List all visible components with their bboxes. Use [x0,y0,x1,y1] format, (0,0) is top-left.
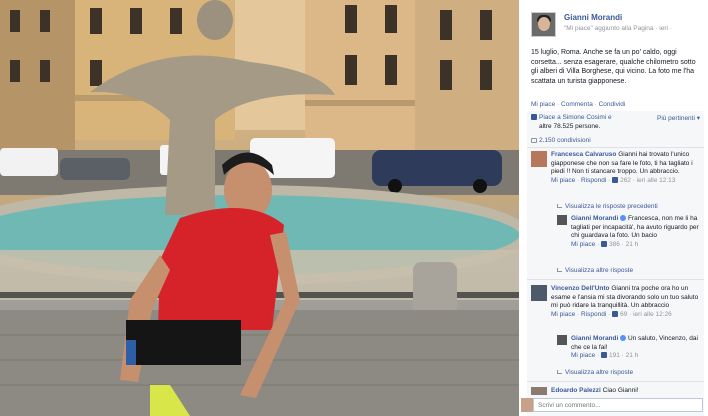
share-link[interactable]: Condividi [599,101,626,108]
sort-dropdown[interactable]: Più pertinenti ▾ [657,114,700,123]
post-header: Gianni Morandi "Mi piace" aggiunto alla … [531,12,703,38]
comment-reply-link[interactable]: Rispondi [581,311,606,318]
author-avatar[interactable] [531,12,556,37]
post-meta: "Mi piace" aggiunto alla Pagina · ieri · [564,25,672,32]
commenter-avatar[interactable] [531,151,547,167]
reply-arrow-icon [557,370,562,374]
reply-name[interactable]: Gianni Morandi [571,215,618,222]
comment-footer: Mi piace · Rispondi · 69 · ieri alle 12:… [551,310,672,318]
post-text: 15 luglio, Roma. Anche se fa un po' cald… [531,49,696,85]
shares-count[interactable]: 2.150 condivisioni [531,136,591,145]
reply-footer: Mi piace · 386 · 21 h [571,240,639,248]
comment-reply-link[interactable]: Rispondi [581,177,606,184]
comment-time[interactable]: ieri alle 12:13 [637,177,676,184]
reply-like-link[interactable]: Mi piace [571,352,595,359]
view-previous-replies[interactable]: Visualizza le risposte precedenti [557,202,658,211]
author-name[interactable]: Gianni Morandi [564,13,622,22]
reply-arrow-icon [557,268,562,272]
reply-avatar[interactable] [557,335,567,345]
thumbs-up-icon [601,352,607,358]
commenter-name[interactable]: Vincenzo Dell'Unto [551,285,610,292]
verified-icon [620,335,627,341]
thumbs-up-icon [601,240,607,247]
comment-time[interactable]: ieri alle 12:26 [633,311,672,318]
post-actions: Mi piace · Commenta · Condividi [531,101,626,108]
likes-line-1[interactable]: Piace a Simone Cosimi e [539,114,612,121]
post-photo[interactable] [0,0,519,416]
commenter-avatar[interactable] [531,387,547,395]
thumbs-up-icon [531,114,537,120]
comment-text: Ciao Gianni! [602,387,639,394]
thumbs-up-icon [612,176,619,183]
view-more-replies[interactable]: Visualizza altre risposte [557,368,633,377]
reply-footer: Mi piace · 191 · 21 h [571,352,639,359]
reply-like-link[interactable]: Mi piace [571,241,595,248]
comment-like-link[interactable]: Mi piace [551,311,575,318]
reply-name[interactable]: Gianni Morandi [571,335,618,342]
comments-section: Piace a Simone Cosimi e altre 78.525 per… [527,111,704,416]
comment-footer: Mi piace · Rispondi · 262 · ieri alle 12… [551,176,676,184]
reply-avatar[interactable] [557,215,567,225]
verified-icon [620,215,627,221]
commenter-name[interactable]: Edoardo Palezzi [551,387,601,394]
commenter-avatar[interactable] [531,285,547,301]
post-panel: Gianni Morandi "Mi piace" aggiunto alla … [519,0,708,416]
user-avatar [521,398,533,412]
view-more-replies[interactable]: Visualizza altre risposte [557,266,633,275]
like-link[interactable]: Mi piace [531,101,555,108]
reply-arrow-icon [557,204,562,208]
comment-input[interactable] [533,398,703,412]
comment-like-link[interactable]: Mi piace [551,177,575,184]
likes-line-2[interactable]: altre 78.525 persone. [531,123,600,130]
photo-illustration [0,0,519,416]
comment-link[interactable]: Commenta [561,101,593,108]
share-icon [531,138,537,143]
thumbs-up-icon [612,310,619,317]
commenter-name[interactable]: Francesca Calvaruso [551,151,616,158]
